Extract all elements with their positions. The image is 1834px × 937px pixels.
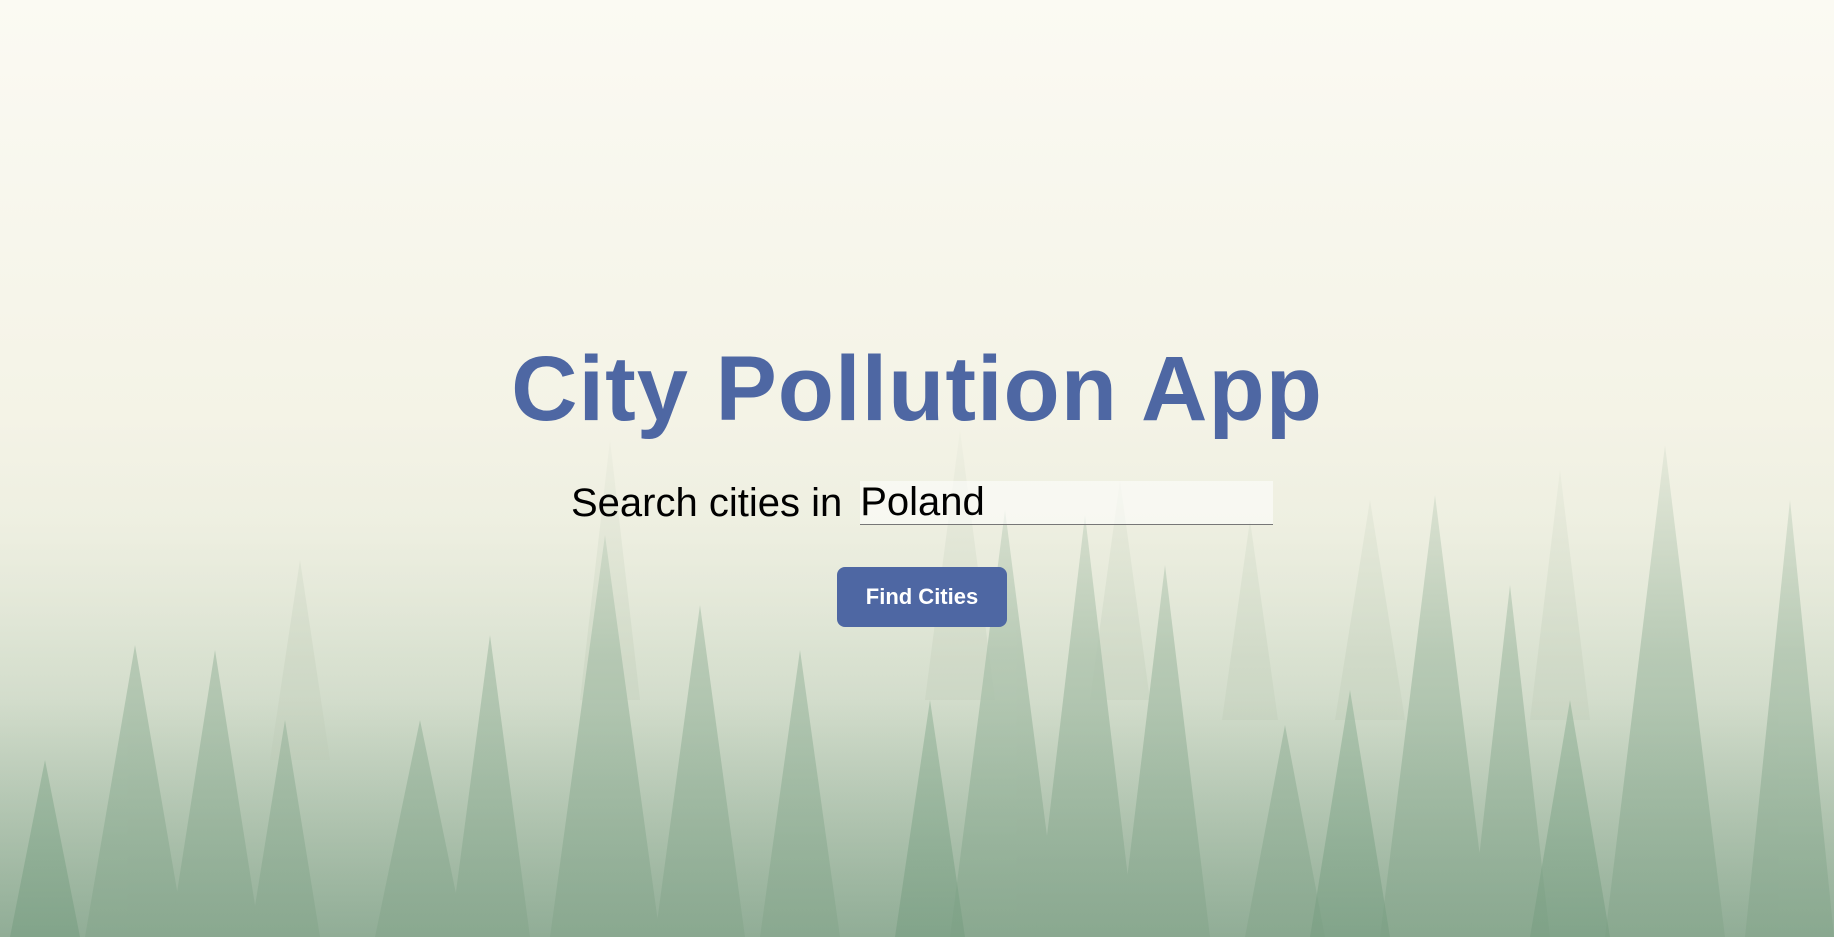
search-row: Search cities in <box>571 480 1274 526</box>
page-title: City Pollution App <box>511 338 1323 440</box>
search-label: Search cities in <box>571 480 843 525</box>
main-content: City Pollution App Search cities in Find… <box>0 0 1834 937</box>
country-search-input[interactable] <box>860 481 1274 525</box>
find-cities-button[interactable]: Find Cities <box>837 567 1007 627</box>
